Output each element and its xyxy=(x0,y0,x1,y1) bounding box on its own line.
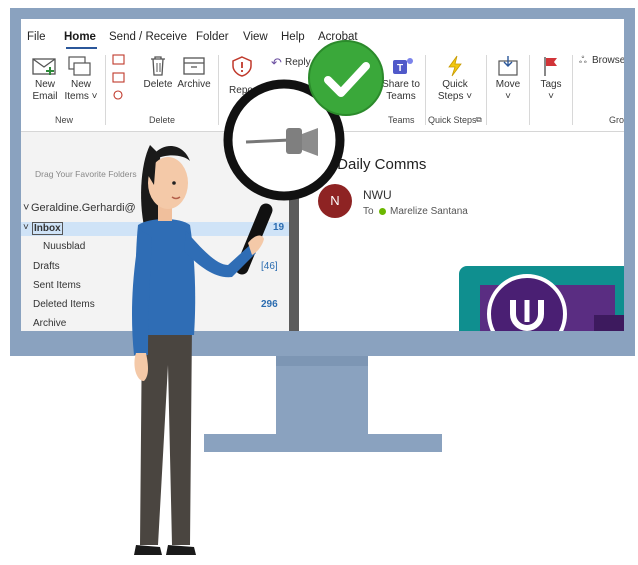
browse-groups-button[interactable]: ஃ Browse xyxy=(579,55,624,69)
new-email-button[interactable]: New Email xyxy=(29,55,61,105)
recipient-name[interactable]: Marelize Santana xyxy=(390,206,468,217)
quick-steps-button[interactable]: Quick Steps ˅ xyxy=(433,55,477,105)
group-separator xyxy=(105,55,106,125)
tags-dropdown-icon: ˅ xyxy=(548,91,554,102)
tab-send-receive[interactable]: Send / Receive xyxy=(109,31,187,43)
envelope-icon xyxy=(32,58,56,75)
teams-icon: T xyxy=(393,58,413,74)
dialog-launcher-icon[interactable]: ⧉ xyxy=(476,115,482,125)
tags-button[interactable]: Tags ˅ xyxy=(535,55,567,105)
group-separator xyxy=(529,55,530,125)
archive-button[interactable]: Archive xyxy=(175,55,213,105)
tab-file[interactable]: File xyxy=(27,31,46,43)
folder-item-sent[interactable]: Sent Items xyxy=(33,280,81,291)
folder-item-drafts[interactable]: Drafts xyxy=(33,261,60,272)
new-email-label: New Email xyxy=(32,79,58,102)
tags-label: Tags xyxy=(540,79,562,90)
new-items-button[interactable]: New Items ˅ xyxy=(63,55,99,105)
folder-item-deleted[interactable]: Deleted Items xyxy=(33,299,95,310)
account-chevron-icon[interactable]: ˅ xyxy=(23,202,29,214)
lightning-icon xyxy=(448,55,462,77)
group-label-delete: Delete xyxy=(149,115,176,125)
trash-icon xyxy=(151,56,165,76)
quick-steps-label: Quick Steps ˅ xyxy=(437,79,473,102)
delete-button[interactable]: Delete xyxy=(141,55,175,105)
group-separator xyxy=(218,55,219,125)
move-folder-icon xyxy=(498,56,518,76)
archive-label: Archive xyxy=(177,79,211,90)
group-label-new: New xyxy=(55,115,74,125)
tab-folder[interactable]: Folder xyxy=(196,31,229,43)
group-label-quick-steps: Quick Steps xyxy=(428,115,477,125)
delete-label: Delete xyxy=(143,79,173,90)
group-separator xyxy=(425,55,426,125)
svg-text:T: T xyxy=(397,63,403,74)
new-items-label: New Items ˅ xyxy=(64,79,98,102)
flag-icon xyxy=(544,57,557,76)
nwu-logo-icon xyxy=(487,274,567,331)
move-button[interactable]: Move ˅ xyxy=(491,55,525,105)
move-label: Move xyxy=(495,79,521,90)
groups-icon: ஃ xyxy=(579,55,587,66)
active-tab-indicator xyxy=(66,47,97,49)
inbox-chevron-icon[interactable]: ˅ xyxy=(23,222,29,233)
presence-available-icon xyxy=(379,208,386,215)
folder-item-nuusblad[interactable]: Nuusblad xyxy=(43,241,85,252)
tab-home[interactable]: Home xyxy=(64,31,96,43)
move-dropdown-icon: ˅ xyxy=(505,91,511,102)
archive-icon xyxy=(183,57,205,75)
reply-arrow-icon: ↶ xyxy=(271,55,282,70)
group-separator xyxy=(486,55,487,125)
tab-view[interactable]: View xyxy=(243,31,268,43)
group-label-groups: Gro xyxy=(609,115,624,125)
folder-label-inbox: Inbox xyxy=(32,222,63,235)
banner-dark-panel xyxy=(594,315,624,331)
folder-item-archive[interactable]: Archive xyxy=(33,318,66,329)
checkmark-icon xyxy=(308,40,384,116)
browse-label: Browse xyxy=(592,55,624,66)
new-items-icon xyxy=(68,56,91,76)
tab-help[interactable]: Help xyxy=(281,31,305,43)
ignore-cleanup-junk-icons[interactable] xyxy=(111,53,127,105)
group-separator xyxy=(572,55,573,125)
group-label-teams: Teams xyxy=(388,115,415,125)
woman-illustration xyxy=(132,145,264,555)
